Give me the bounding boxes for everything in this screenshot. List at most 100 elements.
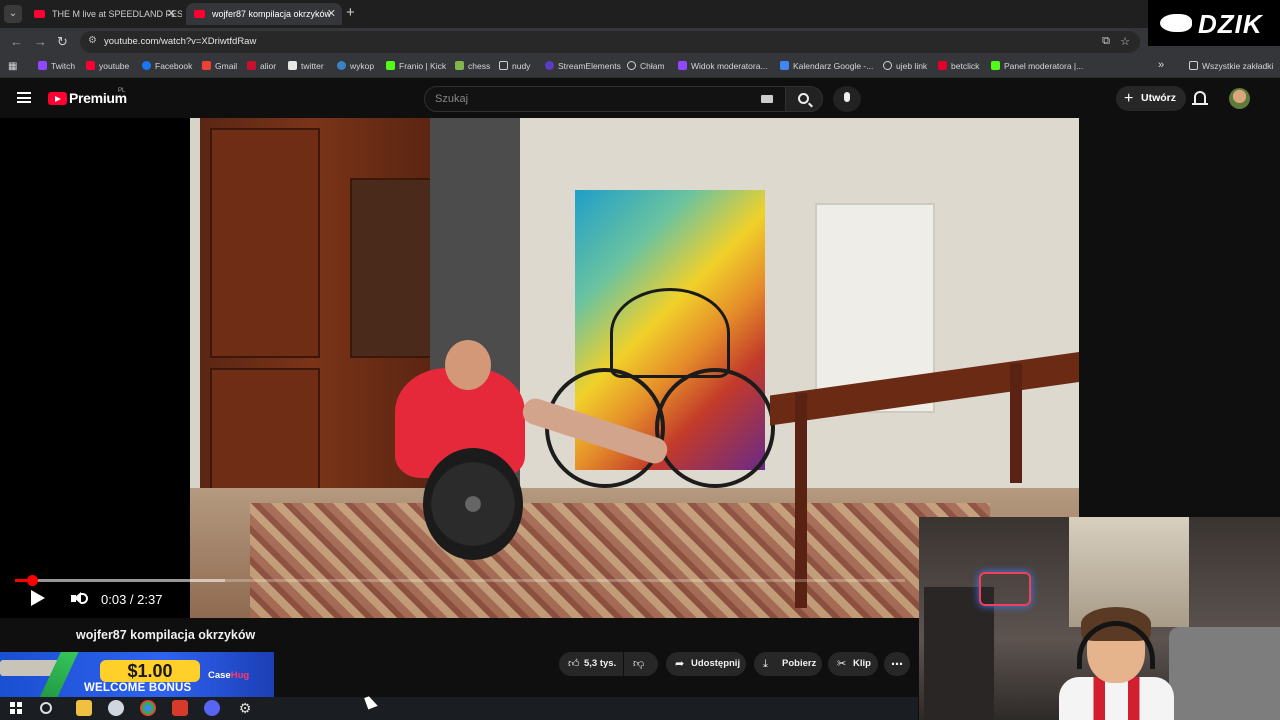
bookmark-chlam[interactable]: Chłam	[627, 61, 665, 71]
browser-tab-bar: ⌄ THE M live at SPEEDLAND FEST ✕ wojfer8…	[0, 0, 1280, 28]
settings-gear-icon[interactable]: ⚙	[237, 700, 253, 716]
facebook-icon	[142, 61, 151, 70]
gmail-icon	[202, 61, 211, 70]
bookmark-twitter[interactable]: twitter	[288, 61, 324, 71]
clip-button[interactable]: ✂ Klip	[828, 652, 878, 676]
progress-bar[interactable]	[15, 575, 905, 586]
like-button[interactable]: 👍︎ 5,3 tys.	[559, 652, 623, 676]
x-icon	[288, 61, 297, 70]
video-player[interactable]: 0:03 / 2:37	[0, 118, 1079, 618]
like-count: 5,3 tys.	[584, 658, 617, 669]
download-icon: ⤓	[763, 658, 768, 670]
wykop-icon	[337, 61, 346, 70]
create-button[interactable]: + Utwórz	[1116, 86, 1186, 111]
forward-arrow-icon[interactable]: →	[34, 34, 47, 49]
bookmark-facebook[interactable]: Facebook	[142, 61, 192, 71]
bookmark-panel-moderatora[interactable]: Panel moderatora |...	[991, 61, 1083, 71]
bookmark-betclick[interactable]: betclick	[938, 61, 979, 71]
share-button[interactable]: ➦ Udostępnij	[666, 652, 746, 676]
file-explorer-icon[interactable]	[76, 700, 92, 716]
keyboard-icon[interactable]	[761, 95, 773, 103]
windows-start-icon[interactable]	[10, 702, 22, 714]
url-field[interactable]: ⚙ youtube.com/watch?v=XDriwtfdRaw ⧉ ☆	[80, 31, 1140, 53]
windows-taskbar: ⚙	[0, 697, 918, 720]
youtube-logo-icon[interactable]	[48, 92, 67, 105]
hamburger-menu-icon[interactable]	[17, 92, 31, 103]
create-label: Utwórz	[1141, 92, 1176, 104]
bookmark-kick[interactable]: Franio | Kick	[386, 61, 446, 71]
volume-icon[interactable]	[71, 591, 88, 607]
tab-speedland[interactable]: THE M live at SPEEDLAND FEST ✕	[26, 3, 182, 25]
dislike-button[interactable]: 👎︎	[624, 652, 658, 676]
ad-bonus-text: WELCOME BONUS	[84, 682, 192, 694]
bookmarks-bar: ▦ Twitch youtube Facebook Gmail alior tw…	[0, 56, 1280, 78]
ad-brand: CaseHug	[208, 670, 250, 681]
boar-icon	[1160, 14, 1192, 32]
site-info-icon[interactable]: ⚙	[88, 35, 97, 46]
bookmark-ujeb-link[interactable]: ujeb link	[883, 61, 927, 71]
search-input[interactable]: Szukaj	[424, 86, 786, 112]
play-icon[interactable]	[31, 590, 45, 606]
betclick-icon	[938, 61, 947, 70]
all-bookmarks-folder[interactable]: Wszystkie zakładki	[1189, 61, 1273, 71]
bookmark-kalendarz[interactable]: Kalendarz Google -...	[780, 61, 873, 71]
plus-icon: +	[1124, 90, 1134, 107]
country-code: PL	[118, 88, 126, 94]
discord-icon[interactable]	[204, 700, 220, 716]
youtube-favicon-icon	[34, 10, 45, 18]
reload-icon[interactable]: ↻	[57, 34, 68, 50]
bookmark-alior[interactable]: alior	[247, 61, 276, 71]
tab-wojfer87[interactable]: wojfer87 kompilacja okrzyków ✕	[186, 3, 342, 25]
back-arrow-icon[interactable]: ←	[10, 34, 23, 49]
download-button[interactable]: ⤓ Pobierz	[754, 652, 822, 676]
tab-close-icon[interactable]: ✕	[327, 3, 336, 25]
twitch-icon	[38, 61, 47, 70]
scissors-icon: ✂	[837, 658, 847, 670]
voice-search-mic-icon[interactable]	[833, 86, 861, 112]
bookmark-star-icon[interactable]: ☆	[1120, 35, 1130, 48]
bookmark-gmail[interactable]: Gmail	[202, 61, 237, 71]
bookmark-streamelements[interactable]: StreamElements	[545, 61, 621, 71]
chrome-icon[interactable]	[140, 700, 156, 716]
search-icon	[798, 93, 809, 104]
folder-icon	[1189, 61, 1198, 70]
install-app-icon[interactable]: ⧉	[1102, 35, 1110, 48]
search-placeholder: Szukaj	[435, 93, 469, 105]
new-tab-button[interactable]: +	[346, 4, 355, 21]
calendar-icon	[780, 61, 789, 70]
twitch-icon	[678, 61, 687, 70]
casehug-ad-banner[interactable]: $1.00 WELCOME BONUS CaseHug	[0, 652, 274, 698]
dzik-logo-text: DZIK	[1198, 9, 1263, 39]
ad-amount: $1.00	[100, 660, 200, 682]
apps-grid-icon[interactable]: ▦	[8, 61, 17, 72]
app-icon[interactable]	[108, 700, 124, 716]
thumbs-up-icon: 👍︎	[568, 658, 580, 670]
webcam-overlay	[919, 517, 1280, 720]
avatar[interactable]	[1229, 88, 1250, 109]
notifications-bell-icon[interactable]	[1192, 91, 1208, 105]
weight-plate	[423, 448, 523, 560]
more-bookmarks-chevron-icon[interactable]: »	[1158, 59, 1164, 71]
folder-icon	[499, 61, 508, 70]
globe-icon	[627, 61, 636, 70]
bookmark-twitch[interactable]: Twitch	[38, 61, 75, 71]
tab-close-icon[interactable]: ✕	[167, 3, 176, 25]
scrubber-handle[interactable]	[27, 575, 38, 586]
alior-icon	[247, 61, 256, 70]
kick-icon	[991, 61, 1000, 70]
bookmark-folder-nudy[interactable]: nudy	[499, 61, 530, 71]
bookmark-chess[interactable]: chess	[455, 61, 490, 71]
neon-sign	[979, 572, 1031, 606]
tab-search-chevron-icon[interactable]: ⌄	[4, 5, 22, 23]
bookmark-youtube[interactable]: youtube	[86, 61, 129, 71]
search-button[interactable]	[785, 86, 823, 112]
app-icon[interactable]	[172, 700, 188, 716]
kick-icon	[386, 61, 395, 70]
search-icon[interactable]	[40, 702, 52, 714]
time-display: 0:03 / 2:37	[101, 592, 163, 607]
more-actions-button[interactable]: ⋯	[884, 652, 910, 676]
bookmark-widok-moderatora[interactable]: Widok moderatora...	[678, 61, 768, 71]
thumbs-down-icon: 👎︎	[633, 658, 645, 670]
url-text[interactable]: youtube.com/watch?v=XDriwtfdRaw	[104, 36, 256, 47]
bookmark-wykop[interactable]: wykop	[337, 61, 374, 71]
